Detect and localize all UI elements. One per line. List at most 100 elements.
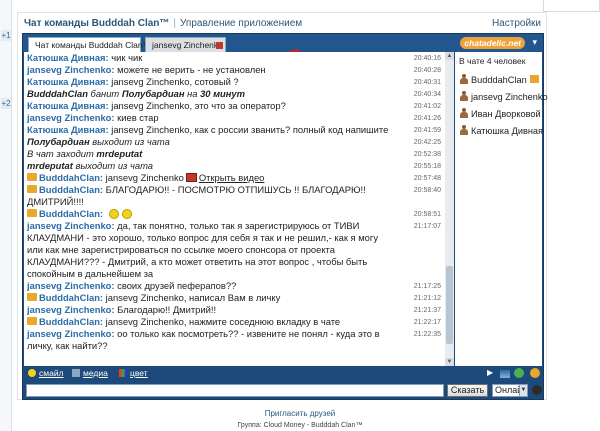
chat-message: BudddahClan: jansevg Zinchenko Открыть ви… bbox=[24, 172, 445, 184]
user-name: Иван Дворковой bbox=[471, 109, 541, 119]
system-text: mrdeputat выходит из чата bbox=[27, 160, 153, 171]
scroll-down-icon[interactable]: ▼ bbox=[445, 358, 454, 366]
message-text: можете не верить - не установлен bbox=[117, 64, 266, 75]
app-title-text: Чат команды Budddah Clan™ bbox=[24, 18, 170, 29]
message-nick[interactable]: Катюшка Дивная: bbox=[27, 124, 109, 135]
open-video-link[interactable]: Открыть видео bbox=[199, 172, 265, 183]
system-message: mrdeputat выходит из чата 20:55:18 bbox=[24, 160, 445, 172]
message-nick[interactable]: BudddahClan: bbox=[39, 208, 103, 219]
scroll-up-icon[interactable]: ▲ bbox=[445, 52, 454, 60]
media-button[interactable]: медиа bbox=[72, 368, 108, 378]
message-time: 21:17:07 bbox=[413, 223, 441, 230]
smile-label: смайл bbox=[39, 368, 64, 378]
crown-icon bbox=[27, 173, 37, 181]
chat-message: Катюшка Дивная: чик чик 20:40:16 bbox=[24, 52, 445, 64]
message-text: jansevg Zinchenko, нажмите соседнюю вкла… bbox=[105, 316, 341, 327]
message-nick[interactable]: jansevg Zinchenko: bbox=[27, 112, 115, 123]
system-text: В чат заходит mrdeputat bbox=[27, 148, 142, 159]
manage-app-link[interactable]: Управление приложением bbox=[180, 18, 302, 29]
message-nick[interactable]: BudddahClan: bbox=[39, 172, 103, 183]
chatadelic-logo[interactable]: chatadelic.net bbox=[460, 37, 525, 49]
chat-message: Катюшка Дивная: jansevg Zinchenko, это ч… bbox=[24, 100, 445, 112]
system-text: BudddahClan банит Полубардиан на 30 мину… bbox=[27, 88, 245, 99]
user-name: Катюшка Дивная bbox=[471, 126, 544, 136]
tab-private-jansevg[interactable]: jansevg Zinchenko bbox=[145, 37, 226, 52]
video-icon bbox=[185, 173, 197, 182]
send-button[interactable]: Сказать bbox=[447, 384, 488, 397]
media-label: медиа bbox=[83, 368, 108, 378]
system-part: mrdeputat bbox=[27, 160, 73, 171]
system-part: банит bbox=[87, 88, 122, 99]
message-nick[interactable]: Катюшка Дивная: bbox=[27, 76, 109, 87]
user-icon bbox=[460, 91, 468, 101]
user-list-item[interactable]: Катюшка Дивная bbox=[455, 123, 544, 140]
user-list-panel: В чате 4 человек BudddahClan jansevg Zinc… bbox=[455, 52, 548, 366]
user-name: BudddahClan bbox=[471, 75, 527, 85]
chat-toolbar: смайл медиа цвет ▶ bbox=[24, 367, 542, 380]
user-count: В чате 4 человек bbox=[459, 56, 526, 66]
system-part: Полубардиан bbox=[27, 136, 90, 147]
message-nick[interactable]: jansevg Zinchenko: bbox=[27, 328, 115, 339]
message-scrollbar[interactable]: ▲ ▼ bbox=[445, 52, 454, 366]
message-nick[interactable]: Катюшка Дивная: bbox=[27, 100, 109, 111]
system-part: BudddahClan bbox=[27, 88, 88, 99]
user-icon bbox=[460, 74, 468, 84]
chevron-down-icon[interactable]: ▼ bbox=[519, 384, 528, 397]
message-nick[interactable]: jansevg Zinchenko: bbox=[27, 280, 115, 291]
left-badge-1: +1 bbox=[1, 30, 11, 41]
message-text: jansevg Zinchenko, это что за оператор? bbox=[111, 100, 286, 111]
system-part: Полубардиан bbox=[121, 88, 185, 99]
message-nick[interactable]: BudddahClan: bbox=[39, 184, 103, 195]
tab-team-chat[interactable]: Чат команды Budddah Clan™ bbox=[28, 37, 151, 52]
sound-icon[interactable] bbox=[530, 368, 540, 378]
smiley-icon bbox=[121, 209, 132, 219]
user-list-item[interactable]: BudddahClan bbox=[455, 72, 542, 89]
user-list-item[interactable]: jansevg Zinchenko bbox=[455, 89, 548, 106]
message-text: jansevg Zinchenko, сотовый ? bbox=[111, 76, 239, 87]
message-nick[interactable]: BudddahClan: bbox=[39, 316, 103, 327]
system-part: mrdeputat bbox=[96, 148, 143, 159]
message-text: Благодарю!! Дмитрий!! bbox=[117, 304, 217, 315]
left-strip: +1 +2 bbox=[0, 0, 12, 431]
settings-link[interactable]: Настройки bbox=[492, 18, 541, 29]
user-icon-body bbox=[460, 129, 468, 135]
power-icon[interactable] bbox=[532, 385, 542, 395]
top-right-box bbox=[543, 0, 600, 12]
crown-icon bbox=[27, 317, 37, 325]
system-part: выходит из чата bbox=[72, 160, 154, 171]
invite-friends-link[interactable]: Пригласить друзей bbox=[0, 409, 600, 418]
message-nick[interactable]: jansevg Zinchenko: bbox=[27, 304, 115, 315]
smile-icon bbox=[28, 369, 36, 377]
play-icon[interactable]: ▶ bbox=[487, 368, 497, 378]
chat-frame: Чат команды Budddah Clan™ jansevg Zinche… bbox=[22, 33, 548, 400]
close-tab-icon[interactable] bbox=[216, 42, 223, 49]
message-text: своих друзей пеферапов?? bbox=[117, 280, 237, 291]
user-list: BudddahClan jansevg Zinchenko Иван Дворков… bbox=[455, 72, 548, 140]
chat-message: jansevg Zinchenko: киев стар 20:41:26 bbox=[24, 112, 445, 124]
app-header: Чат команды Budddah Clan™ | Управление при… bbox=[18, 13, 546, 33]
chat-message: BudddahClan: jansevg Zinchenko, нажмите … bbox=[24, 316, 445, 328]
message-nick[interactable]: Катюшка Дивная: bbox=[27, 52, 109, 63]
tab-private-label: jansevg Zinchenko bbox=[152, 40, 223, 50]
status-green-icon[interactable] bbox=[514, 368, 524, 378]
message-nick[interactable]: jansevg Zinchenko: bbox=[27, 220, 115, 231]
user-name: jansevg Zinchenko bbox=[471, 92, 548, 102]
volume-bar-icon[interactable] bbox=[500, 370, 510, 378]
message-nick[interactable]: BudddahClan: bbox=[39, 292, 103, 303]
crown-icon bbox=[27, 293, 37, 301]
smile-button[interactable]: смайл bbox=[28, 368, 64, 378]
message-text: киев стар bbox=[117, 112, 159, 123]
message-nick[interactable]: jansevg Zinchenko: bbox=[27, 64, 115, 75]
chevron-down-icon[interactable]: ▾ bbox=[532, 37, 537, 48]
message-input[interactable] bbox=[26, 384, 444, 397]
chat-message: jansevg Zinchenko: Благодарю!! Дмитрий!!… bbox=[24, 304, 445, 316]
chat-message: jansevg Zinchenko: да, так понятно, толь… bbox=[24, 220, 445, 280]
message-text: jansevg Zinchenko, как с россии званить?… bbox=[111, 124, 389, 135]
message-text: jansevg Zinchenko, написал Вам в личку bbox=[105, 292, 281, 303]
chat-message: BudddahClan: БЛАГОДАРЮ!! - ПОСМОТРЮ ОТПИ… bbox=[24, 184, 445, 208]
user-list-item[interactable]: Иван Дворковой bbox=[455, 106, 542, 123]
scroll-thumb[interactable] bbox=[446, 266, 453, 344]
system-part: В чат заходит bbox=[27, 148, 97, 159]
user-icon bbox=[460, 125, 468, 135]
color-button[interactable]: цвет bbox=[119, 368, 148, 378]
